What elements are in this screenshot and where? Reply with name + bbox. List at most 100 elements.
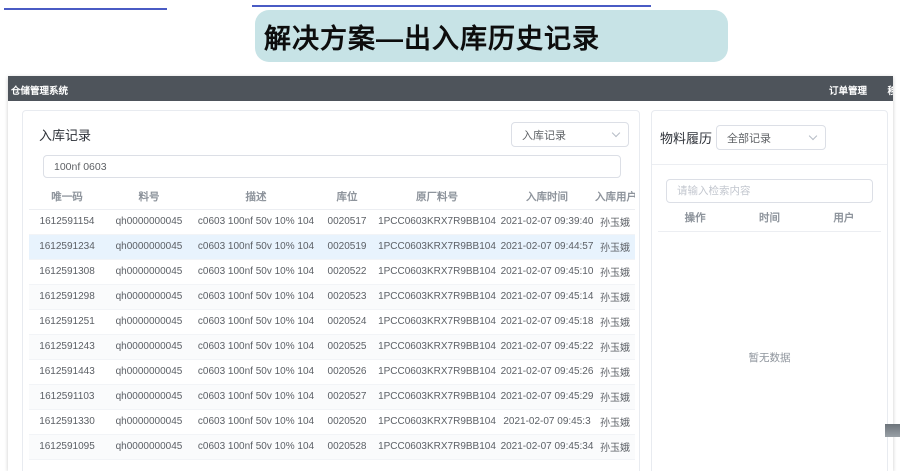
column-header: 料号 <box>105 185 193 209</box>
material-history-table: 操作时间用户 <box>658 205 881 232</box>
inbound-panel-title: 入库记录 <box>39 125 91 144</box>
table-row[interactable]: 1612591251qh0000000045c0603 100nf 50v 10… <box>29 309 635 334</box>
left-table-body: 1612591154qh0000000045c0603 100nf 50v 10… <box>29 209 635 459</box>
table-cell: 0020517 <box>319 209 375 234</box>
record-scope-select-value: 全部记录 <box>727 130 771 146</box>
table-cell: qh0000000045 <box>105 284 193 309</box>
column-header: 库位 <box>319 185 375 209</box>
chevron-down-icon <box>612 129 620 137</box>
table-row[interactable]: 1612591443qh0000000045c0603 100nf 50v 10… <box>29 359 635 384</box>
table-cell: 0020520 <box>319 409 375 434</box>
nav-item-partial[interactable]: 移 <box>887 83 893 97</box>
table-cell: 1612591330 <box>29 409 105 434</box>
table-cell: 1612591298 <box>29 284 105 309</box>
column-header: 入库时间 <box>499 185 595 209</box>
table-row[interactable]: 1612591308qh0000000045c0603 100nf 50v 10… <box>29 259 635 284</box>
table-cell: 1PCC0603KRX7R9BB104 <box>375 434 499 459</box>
table-cell: 2021-02-07 09:45:14 <box>499 284 595 309</box>
inbound-records-panel: 入库记录 入库记录 唯一码料号描述库位原厂料号入库时间入库用户 16125911… <box>22 110 640 471</box>
table-cell: c0603 100nf 50v 10% 104 <box>193 434 319 459</box>
table-cell: 1PCC0603KRX7R9BB104 <box>375 359 499 384</box>
table-cell: 孙玉娥 <box>595 284 635 309</box>
table-cell: c0603 100nf 50v 10% 104 <box>193 384 319 409</box>
history-search-input[interactable] <box>666 179 873 203</box>
record-type-select[interactable]: 入库记录 <box>511 122 629 147</box>
material-history-header: 物料履历 全部记录 <box>652 111 887 165</box>
table-row[interactable]: 1612591330qh0000000045c0603 100nf 50v 10… <box>29 409 635 434</box>
decorative-line-left <box>4 8 167 10</box>
material-history-panel: 物料履历 全部记录 操作时间用户 暂无数据 <box>651 110 888 471</box>
table-cell: c0603 100nf 50v 10% 104 <box>193 234 319 259</box>
table-cell: 孙玉娥 <box>595 359 635 384</box>
slide-title-banner: 解决方案—出入库历史记录 <box>255 10 728 62</box>
table-cell: 孙玉娥 <box>595 309 635 334</box>
table-cell: 孙玉娥 <box>595 209 635 234</box>
table-cell: 孙玉娥 <box>595 234 635 259</box>
table-cell: 2021-02-07 09:45:3 <box>499 409 595 434</box>
table-cell: 1612591251 <box>29 309 105 334</box>
table-row[interactable]: 1612591243qh0000000045c0603 100nf 50v 10… <box>29 334 635 359</box>
table-cell: 0020524 <box>319 309 375 334</box>
table-row[interactable]: 1612591154qh0000000045c0603 100nf 50v 10… <box>29 209 635 234</box>
table-cell: 1PCC0603KRX7R9BB104 <box>375 234 499 259</box>
table-cell: c0603 100nf 50v 10% 104 <box>193 259 319 284</box>
record-scope-select[interactable]: 全部记录 <box>716 125 826 150</box>
scroll-thumb[interactable] <box>885 424 900 437</box>
table-cell: 2021-02-07 09:39:40 <box>499 209 595 234</box>
left-table-header-row: 唯一码料号描述库位原厂料号入库时间入库用户 <box>29 185 635 209</box>
table-row[interactable]: 1612591234qh0000000045c0603 100nf 50v 10… <box>29 234 635 259</box>
table-cell: qh0000000045 <box>105 409 193 434</box>
table-cell: 2021-02-07 09:45:10 <box>499 259 595 284</box>
table-cell: 2021-02-07 09:45:26 <box>499 359 595 384</box>
table-cell: 1PCC0603KRX7R9BB104 <box>375 334 499 359</box>
inbound-records-table: 唯一码料号描述库位原厂料号入库时间入库用户 1612591154qh000000… <box>29 185 635 460</box>
table-cell: 1612591308 <box>29 259 105 284</box>
inbound-panel-header: 入库记录 入库记录 <box>23 111 639 154</box>
column-header: 操作 <box>658 205 732 231</box>
table-cell: 1612591243 <box>29 334 105 359</box>
table-cell: 1612591103 <box>29 384 105 409</box>
column-header: 唯一码 <box>29 185 105 209</box>
table-cell: 孙玉娥 <box>595 434 635 459</box>
table-cell: 0020528 <box>319 434 375 459</box>
column-header: 时间 <box>732 205 806 231</box>
table-row[interactable]: 1612591298qh0000000045c0603 100nf 50v 10… <box>29 284 635 309</box>
table-cell: 0020519 <box>319 234 375 259</box>
table-cell: c0603 100nf 50v 10% 104 <box>193 359 319 384</box>
appbar: 仓储管理系统 订单管理 移 <box>8 76 893 101</box>
nav-item-order-management[interactable]: 订单管理 <box>829 83 867 97</box>
table-cell: qh0000000045 <box>105 259 193 284</box>
decorative-line-right <box>252 5 651 7</box>
table-cell: qh0000000045 <box>105 384 193 409</box>
column-header: 原厂料号 <box>375 185 499 209</box>
table-cell: qh0000000045 <box>105 209 193 234</box>
table-cell: 孙玉娥 <box>595 334 635 359</box>
table-cell: 1612591234 <box>29 234 105 259</box>
table-cell: 1612591154 <box>29 209 105 234</box>
table-row[interactable]: 1612591095qh0000000045c0603 100nf 50v 10… <box>29 434 635 459</box>
app-brand: 仓储管理系统 <box>11 83 68 97</box>
table-cell: 2021-02-07 09:45:34 <box>499 434 595 459</box>
table-cell: 0020523 <box>319 284 375 309</box>
table-cell: qh0000000045 <box>105 434 193 459</box>
app-window: 仓储管理系统 订单管理 移 入库记录 入库记录 唯一码料号描述库位原厂料号入库时… <box>8 76 893 471</box>
table-cell: 1PCC0603KRX7R9BB104 <box>375 259 499 284</box>
table-cell: qh0000000045 <box>105 359 193 384</box>
table-cell: 1PCC0603KRX7R9BB104 <box>375 384 499 409</box>
table-cell: qh0000000045 <box>105 334 193 359</box>
right-table-header-row: 操作时间用户 <box>658 205 881 231</box>
table-cell: 孙玉娥 <box>595 384 635 409</box>
column-header: 描述 <box>193 185 319 209</box>
table-cell: qh0000000045 <box>105 309 193 334</box>
table-cell: 2021-02-07 09:45:22 <box>499 334 595 359</box>
chevron-down-icon <box>809 132 817 140</box>
table-cell: 1PCC0603KRX7R9BB104 <box>375 309 499 334</box>
table-cell: c0603 100nf 50v 10% 104 <box>193 284 319 309</box>
table-cell: c0603 100nf 50v 10% 104 <box>193 409 319 434</box>
table-cell: 2021-02-07 09:45:18 <box>499 309 595 334</box>
table-row[interactable]: 1612591103qh0000000045c0603 100nf 50v 10… <box>29 384 635 409</box>
table-cell: qh0000000045 <box>105 234 193 259</box>
table-cell: c0603 100nf 50v 10% 104 <box>193 309 319 334</box>
table-cell: c0603 100nf 50v 10% 104 <box>193 209 319 234</box>
inbound-search-input[interactable] <box>43 155 621 178</box>
